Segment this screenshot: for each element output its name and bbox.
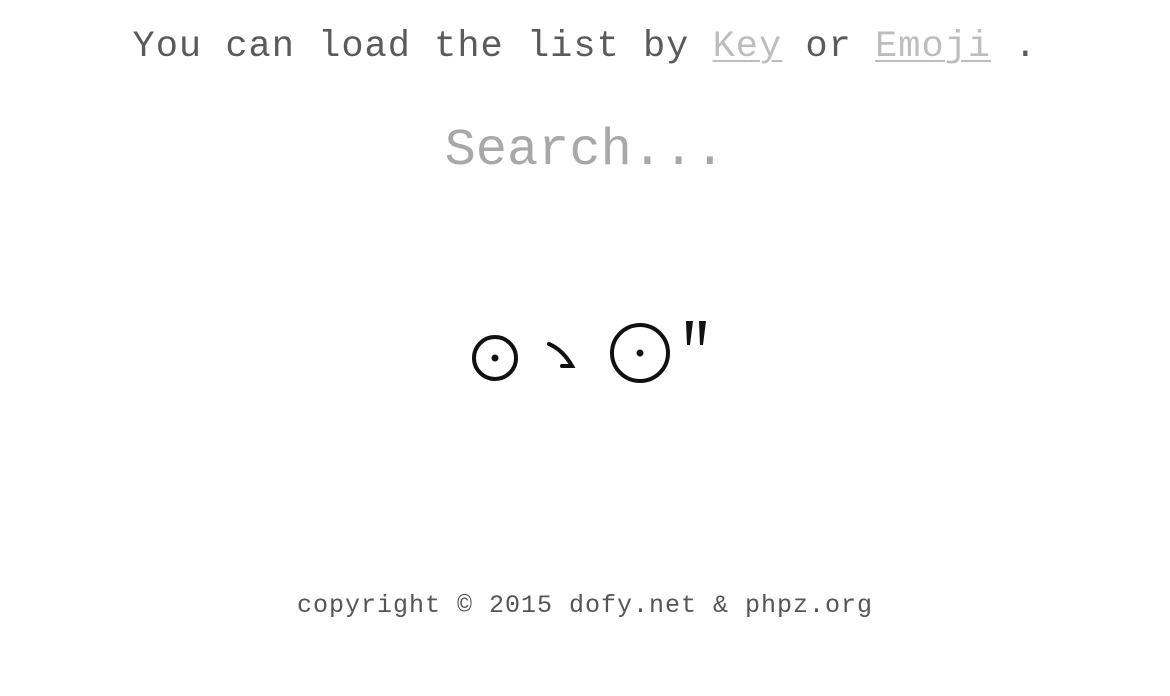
- search-input[interactable]: [335, 118, 835, 182]
- intro-prefix: You can load the list by: [132, 26, 713, 68]
- intro-line: You can load the list by Key or Emoji .: [0, 26, 1170, 68]
- intro-middle: or: [782, 26, 876, 68]
- sweat-mark-icon: [686, 321, 693, 345]
- key-link[interactable]: Key: [713, 26, 783, 68]
- mouth-arrow-icon: [547, 342, 576, 368]
- copyright-footer: copyright © 2015 dofy.net & phpz.org: [296, 591, 874, 620]
- kaomoji-glyphs: [472, 321, 706, 383]
- emoji-link[interactable]: Emoji: [875, 26, 991, 68]
- intro-suffix: .: [991, 26, 1038, 68]
- kaomoji-display: [0, 300, 1170, 400]
